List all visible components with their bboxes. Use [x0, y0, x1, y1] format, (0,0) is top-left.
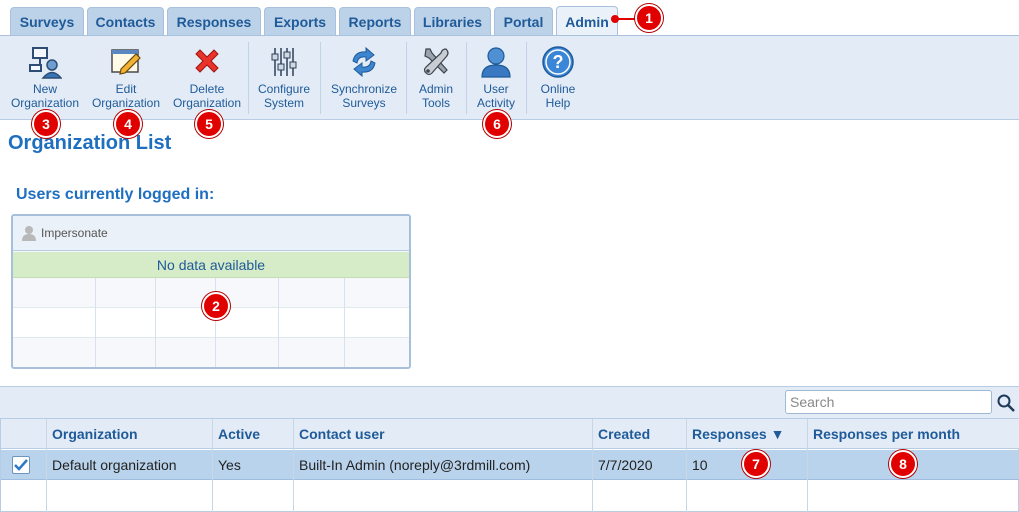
new-organization-label: New Organization: [10, 82, 80, 110]
user-activity-button[interactable]: User Activity: [470, 36, 522, 116]
column-divider: [686, 419, 687, 512]
logged-in-users-grid: Impersonate No data available: [11, 214, 411, 369]
column-divider: [212, 419, 213, 512]
admin-toolbar: New Organization Edit Organization Delet…: [0, 36, 1019, 120]
column-divider: [46, 419, 47, 512]
tab-exports[interactable]: Exports: [264, 7, 336, 36]
user-activity-label: User Activity: [476, 82, 515, 110]
main-tabbar: Surveys Contacts Responses Exports Repor…: [0, 0, 1019, 37]
column-divider: [592, 419, 593, 512]
grid-column-divider: [155, 278, 156, 367]
edit-organization-button[interactable]: Edit Organization: [88, 36, 164, 116]
toolbar-separator: [406, 42, 407, 114]
callout-badge-7: 7: [742, 450, 770, 478]
new-organization-button[interactable]: New Organization: [6, 36, 84, 116]
no-data-message: No data available: [13, 252, 409, 278]
toolbar-separator: [320, 42, 321, 114]
cell-responses-per-month[interactable]: [808, 450, 813, 480]
tab-admin[interactable]: Admin: [556, 6, 618, 37]
edit-organization-icon: [106, 42, 146, 82]
edit-organization-label: Edit Organization: [91, 82, 161, 110]
search-input[interactable]: [785, 390, 992, 414]
delete-organization-label: Delete Organization: [172, 82, 242, 110]
callout-dot: [611, 15, 619, 23]
callout-badge-3: 3: [32, 110, 60, 138]
admin-tools-button[interactable]: Admin Tools: [410, 36, 462, 116]
delete-organization-button[interactable]: Delete Organization: [168, 36, 246, 116]
tab-portal[interactable]: Portal: [494, 7, 553, 36]
column-header-responses-per-month[interactable]: Responses per month: [808, 419, 960, 449]
tab-contacts[interactable]: Contacts: [87, 7, 164, 36]
impersonate-label: Impersonate: [41, 226, 108, 240]
tab-label: Contacts: [95, 14, 156, 30]
tab-label: Exports: [273, 14, 327, 30]
svg-text:?: ?: [553, 52, 564, 72]
user-icon: [476, 42, 516, 82]
synchronize-surveys-button[interactable]: Synchronize Surveys: [324, 36, 404, 116]
app-window: Surveys Contacts Responses Exports Repor…: [0, 0, 1019, 512]
tab-responses[interactable]: Responses: [167, 7, 261, 36]
cell-contact-user[interactable]: Built-In Admin (noreply@3rdmill.com): [294, 450, 530, 480]
online-help-button[interactable]: ? Online Help: [532, 36, 584, 116]
tab-libraries[interactable]: Libraries: [414, 7, 491, 36]
user-silhouette-icon: [22, 226, 36, 241]
impersonate-button[interactable]: Impersonate: [13, 216, 409, 251]
organization-table: Organization Active Contact user Created…: [0, 418, 1019, 512]
sync-icon: [344, 42, 384, 82]
help-icon: ?: [538, 42, 578, 82]
users-logged-in-title: Users currently logged in:: [16, 186, 215, 203]
tab-label: Responses: [176, 14, 252, 30]
toolbar-separator: [248, 42, 249, 114]
delete-icon: [187, 42, 227, 82]
tab-label: Reports: [348, 14, 402, 30]
synchronize-surveys-label: Synchronize Surveys: [330, 82, 398, 110]
callout-badge-4: 4: [114, 110, 142, 138]
sliders-icon: [264, 42, 304, 82]
tab-label: Surveys: [19, 14, 75, 30]
callout-badge-6: 6: [483, 110, 511, 138]
checkmark-icon: [14, 459, 28, 471]
callout-badge-5: 5: [195, 110, 223, 138]
toolbar-separator: [526, 42, 527, 114]
cell-created[interactable]: 7/7/2020: [593, 450, 653, 480]
configure-system-button[interactable]: Configure System: [252, 36, 316, 116]
column-header-responses[interactable]: Responses ▼: [687, 419, 784, 449]
callout-badge-8: 8: [889, 450, 917, 478]
page-title: Organization List: [8, 132, 172, 154]
column-header-created[interactable]: Created: [593, 419, 650, 449]
grid-column-divider: [344, 278, 345, 367]
online-help-label: Online Help: [540, 82, 576, 110]
column-header-organization[interactable]: Organization: [47, 419, 138, 449]
tab-label: Libraries: [422, 14, 483, 30]
tools-icon: [416, 42, 456, 82]
column-divider: [807, 419, 808, 512]
tab-label: Admin: [565, 14, 609, 30]
cell-active[interactable]: Yes: [213, 450, 241, 480]
toolbar-separator: [466, 42, 467, 114]
callout-badge-2: 2: [202, 292, 230, 320]
tab-label: Portal: [503, 14, 544, 30]
cell-responses[interactable]: 10: [687, 450, 708, 480]
callout-badge-1: 1: [635, 4, 663, 32]
grid-column-divider: [95, 278, 96, 367]
new-organization-icon: [25, 42, 65, 82]
empty-row: [13, 338, 409, 367]
column-header-contact-user[interactable]: Contact user: [294, 419, 385, 449]
configure-system-label: Configure System: [257, 82, 311, 110]
column-header-active[interactable]: Active: [213, 419, 260, 449]
cell-organization[interactable]: Default organization: [47, 450, 177, 480]
grid-column-divider: [278, 278, 279, 367]
row-checkbox[interactable]: [12, 456, 30, 474]
tab-reports[interactable]: Reports: [339, 7, 411, 36]
column-divider: [293, 419, 294, 512]
tab-surveys[interactable]: Surveys: [10, 7, 84, 36]
admin-tools-label: Admin Tools: [418, 82, 453, 110]
search-icon[interactable]: [996, 393, 1016, 413]
